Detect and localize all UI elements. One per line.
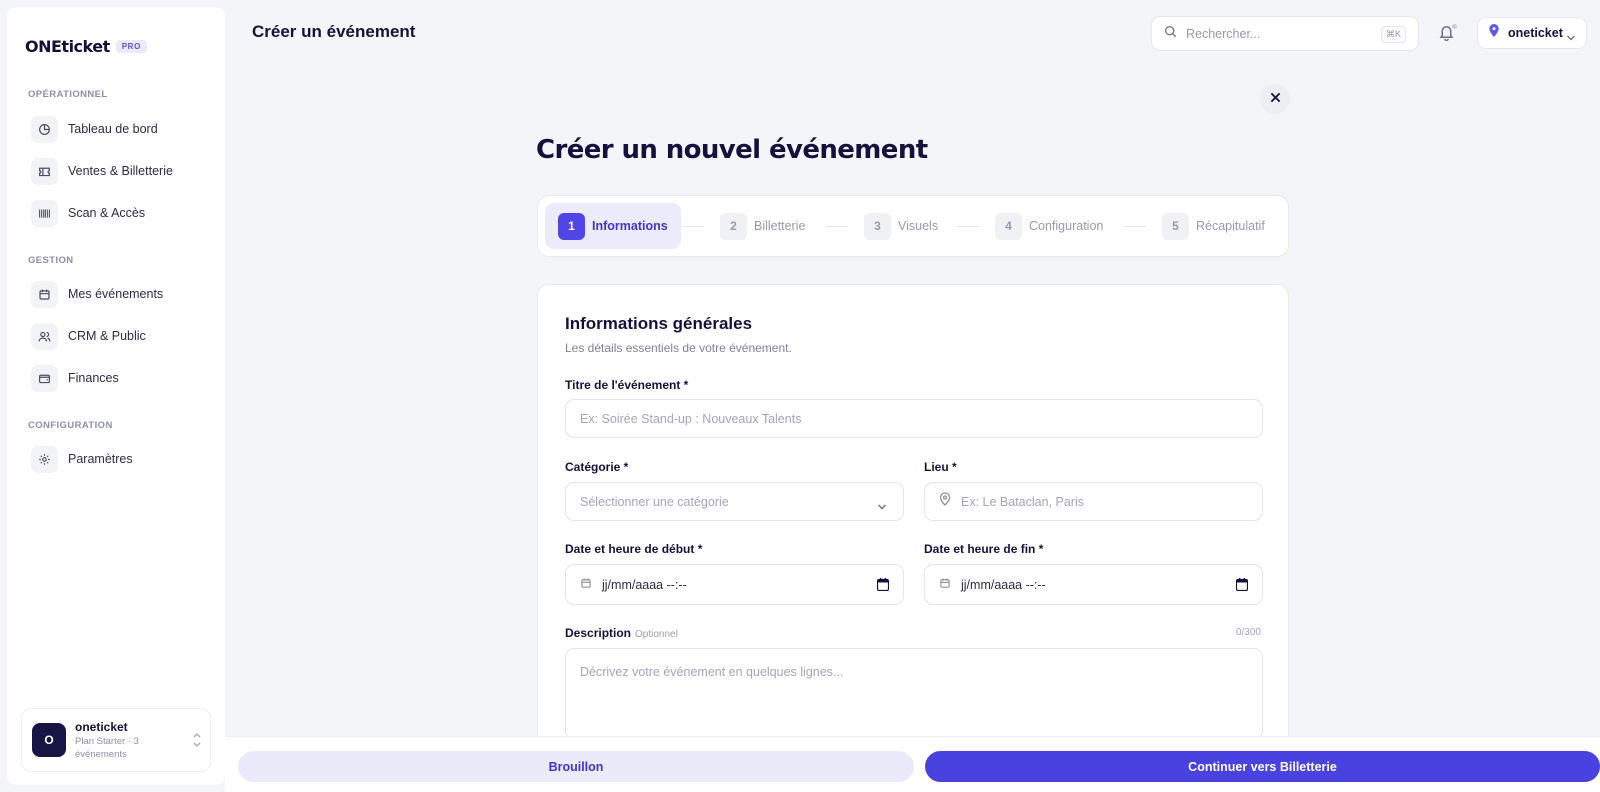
sidebar-item-label: Finances [68, 371, 119, 385]
section-title-configuration: CONFIGURATION [28, 420, 113, 431]
start-datetime-value: jj/mm/aaaa --:-- [602, 577, 687, 592]
ticket-icon [31, 157, 58, 185]
sidebar-item-scan[interactable]: Scan & Accès [31, 199, 145, 227]
draft-button[interactable]: Brouillon [238, 751, 914, 782]
step-number: 2 [720, 212, 747, 240]
description-textarea[interactable]: Décrivez votre événement en quelques lig… [565, 648, 1263, 740]
sidebar-item-sales[interactable]: Ventes & Billetterie [31, 157, 173, 185]
step-label: Configuration [1029, 219, 1104, 233]
close-icon [1270, 90, 1281, 108]
step-label: Visuels [898, 219, 939, 233]
start-datetime-input[interactable]: jj/mm/aaaa --:-- [565, 564, 904, 605]
optional-tag: Optionnel [635, 629, 678, 640]
calendar-icon [31, 280, 58, 308]
sidebar-item-label: Mes événements [68, 287, 164, 301]
description-label-text: Description [565, 626, 632, 640]
search-input[interactable]: Rechercher... [1186, 27, 1260, 41]
step-connector [1124, 226, 1146, 227]
close-button[interactable] [1260, 84, 1290, 114]
step-billetterie[interactable]: 2 Billetterie [707, 203, 818, 249]
step-number: 5 [1162, 212, 1189, 240]
avatar: O [32, 723, 66, 757]
brand-name: ONEticket [25, 37, 110, 56]
venue-placeholder: Ex: Le Bataclan, Paris [961, 494, 1084, 509]
end-datetime-label: Date et heure de fin * [924, 542, 1044, 556]
date-picker-icon[interactable] [876, 578, 890, 596]
org-name: oneticket [1508, 26, 1563, 40]
step-configuration[interactable]: 4 Configuration [982, 203, 1116, 249]
card-subtitle: Les détails essentiels de votre événemen… [565, 341, 792, 355]
description-placeholder: Décrivez votre événement en quelques lig… [580, 665, 844, 679]
step-connector [682, 226, 704, 227]
notification-dot [1452, 24, 1457, 29]
map-pin-icon [1488, 24, 1500, 42]
step-progress: 1 Informations 2 Billetterie 3 Visuels 4… [537, 195, 1289, 257]
date-picker-icon[interactable] [1235, 578, 1249, 596]
barcode-icon [31, 199, 58, 227]
chevron-up-down-icon [192, 731, 202, 754]
account-name: oneticket [75, 719, 128, 734]
sidebar: ONEticket PRO OPÉRATIONNEL Tableau de bo… [7, 7, 225, 785]
search-icon [1164, 25, 1177, 43]
end-datetime-value: jj/mm/aaaa --:-- [961, 577, 1046, 592]
search-bar[interactable]: Rechercher... ⌘K [1151, 16, 1419, 51]
wizard-title: Créer un nouvel événement [536, 135, 928, 165]
wallet-icon [31, 364, 58, 392]
sidebar-item-label: CRM & Public [68, 329, 146, 343]
step-visuels[interactable]: 3 Visuels [851, 203, 951, 249]
step-connector [826, 226, 848, 227]
description-label: Description Optionnel [565, 626, 678, 640]
event-title-placeholder: Ex: Soirée Stand-up : Nouveaux Talents [580, 411, 802, 426]
sidebar-item-label: Paramètres [68, 452, 133, 466]
step-recapitulatif[interactable]: 5 Récapitulatif [1149, 203, 1278, 249]
account-plan: Plan Starter · 3 événements [75, 735, 139, 760]
step-informations[interactable]: 1 Informations [545, 203, 681, 249]
calendar-icon [580, 576, 592, 594]
sidebar-item-label: Ventes & Billetterie [68, 164, 173, 178]
page-title: Créer un événement [252, 22, 416, 41]
org-switcher[interactable]: oneticket [1477, 17, 1587, 49]
step-number: 3 [864, 212, 891, 240]
search-shortcut: ⌘K [1380, 26, 1406, 43]
action-footer: Brouillon Continuer vers Billetterie [225, 736, 1600, 792]
step-connector [957, 226, 979, 227]
card-title: Informations générales [565, 314, 753, 333]
step-label: Informations [592, 219, 668, 233]
venue-label: Lieu * [924, 460, 957, 474]
map-pin-icon [939, 492, 951, 511]
step-label: Récapitulatif [1196, 219, 1265, 233]
start-datetime-label: Date et heure de début * [565, 542, 703, 556]
sidebar-item-label: Scan & Accès [68, 206, 146, 220]
chevron-down-icon [1566, 29, 1576, 47]
sidebar-item-events[interactable]: Mes événements [31, 280, 163, 308]
chevron-down-icon [877, 498, 887, 516]
sidebar-item-label: Tableau de bord [68, 122, 158, 136]
sidebar-item-finances[interactable]: Finances [31, 364, 119, 392]
section-title-gestion: GESTION [28, 255, 74, 266]
step-number: 4 [995, 212, 1022, 240]
category-select[interactable]: Sélectionner une catégorie [565, 482, 904, 521]
brand-logo[interactable]: ONEticket PRO [25, 37, 147, 56]
section-title-operationnel: OPÉRATIONNEL [28, 89, 108, 100]
char-counter: 0/300 [1235, 627, 1261, 638]
account-switcher[interactable]: O oneticket Plan Starter · 3 événements [21, 708, 211, 772]
continue-button[interactable]: Continuer vers Billetterie [925, 751, 1600, 782]
gear-icon [31, 445, 58, 473]
end-datetime-input[interactable]: jj/mm/aaaa --:-- [924, 564, 1263, 605]
users-icon [31, 322, 58, 350]
step-number: 1 [558, 212, 585, 240]
pro-badge: PRO [115, 40, 147, 53]
sidebar-item-crm[interactable]: CRM & Public [31, 322, 146, 350]
category-placeholder: Sélectionner une catégorie [580, 494, 729, 509]
event-title-input[interactable]: Ex: Soirée Stand-up : Nouveaux Talents [565, 399, 1263, 438]
sidebar-item-dashboard[interactable]: Tableau de bord [31, 115, 158, 143]
category-label: Catégorie * [565, 460, 629, 474]
venue-input[interactable]: Ex: Le Bataclan, Paris [924, 482, 1263, 521]
pie-chart-icon [31, 115, 58, 143]
sidebar-item-settings[interactable]: Paramètres [31, 445, 133, 473]
step-label: Billetterie [754, 219, 806, 233]
event-title-label: Titre de l'événement * [565, 378, 689, 392]
calendar-icon [939, 576, 951, 594]
general-info-card: Informations générales Les détails essen… [537, 284, 1289, 764]
